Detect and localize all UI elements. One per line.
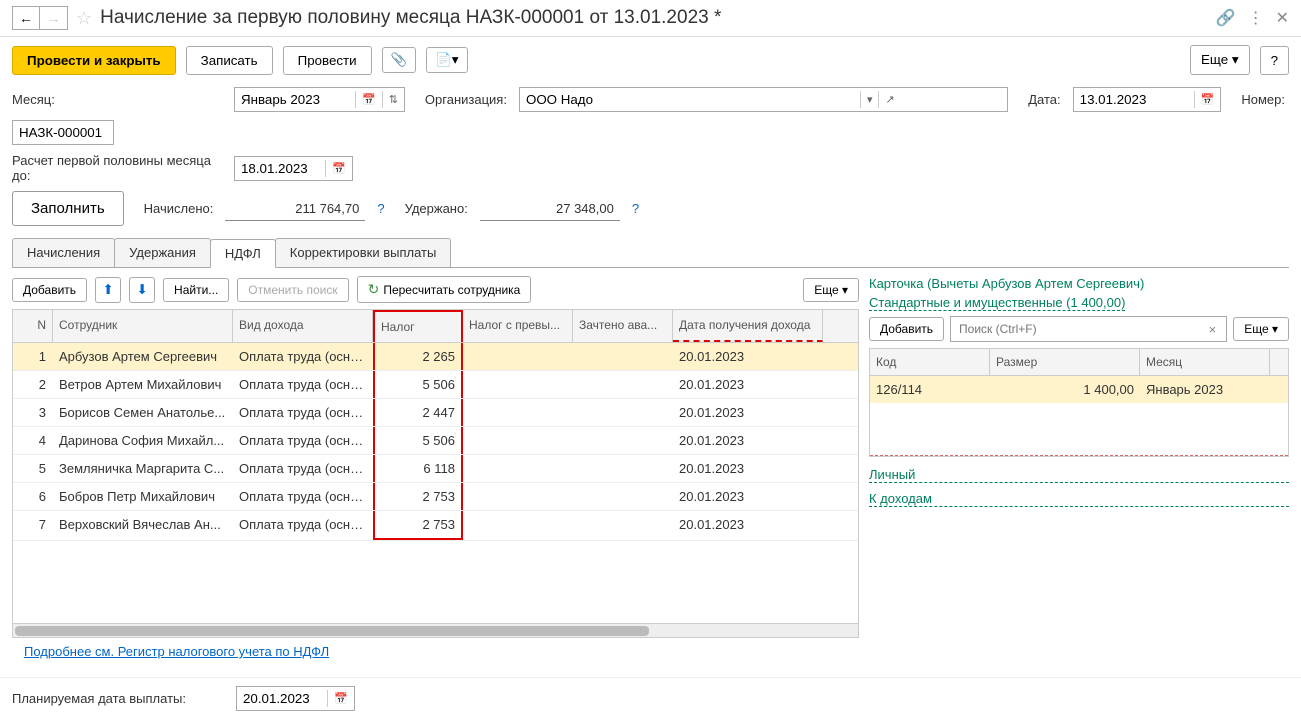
tab-ndfl[interactable]: НДФЛ [210,239,276,268]
withheld-help-icon[interactable]: ? [632,201,639,216]
rcol-header-size[interactable]: Размер [990,349,1140,375]
org-input[interactable]: ▾ ↗ [519,87,1008,112]
table-row[interactable]: 4Даринова София Михайл...Оплата труда (о… [13,427,858,455]
income-link[interactable]: К доходам [869,491,1289,507]
personal-link[interactable]: Личный [869,467,1289,483]
calendar-icon[interactable]: 📅 [325,160,352,177]
dropdown-icon[interactable]: ▾ [860,91,879,108]
col-header-type[interactable]: Вид дохода [233,310,373,342]
table-row[interactable]: 2Ветров Артем МихайловичОплата труда (ос… [13,371,858,399]
open-icon[interactable]: ↗ [878,91,900,108]
post-button[interactable]: Провести [283,46,372,75]
deductions-grid: Код Размер Месяц 126/1141 400,00Январь 2… [869,348,1289,457]
print-button[interactable]: 📄 ▾ [426,47,467,73]
nav-forward-button[interactable]: → [40,6,68,30]
calendar-icon[interactable]: 📅 [327,690,354,707]
table-row[interactable]: 3Борисов Семен Анатолье...Оплата труда (… [13,399,858,427]
rcol-header-month[interactable]: Месяц [1140,349,1270,375]
tab-corrections[interactable]: Корректировки выплаты [275,238,452,267]
col-header-tax[interactable]: Налог [373,310,463,342]
document-icon: 📄 [435,52,452,68]
arrow-down-icon: ⬇ [136,282,147,298]
fill-button[interactable]: Заполнить [12,191,124,226]
table-row[interactable]: 1Арбузов Артем СергеевичОплата труда (ос… [13,343,858,371]
table-row[interactable]: 6Бобров Петр МихайловичОплата труда (осн… [13,483,858,511]
move-up-button[interactable]: ⬆ [95,277,121,303]
ndfl-grid: N Сотрудник Вид дохода Налог Налог с пре… [12,309,859,638]
find-button[interactable]: Найти... [163,278,229,302]
col-header-advance[interactable]: Зачтено ава... [573,310,673,342]
grid-more-button[interactable]: Еще ▾ [803,278,859,302]
calendar-icon[interactable]: 📅 [1194,91,1221,108]
accrued-label: Начислено: [144,201,214,216]
deductions-link[interactable]: Стандартные и имущественные (1 400,00) [869,295,1125,311]
col-header-n[interactable]: N [13,310,53,342]
calc-until-label: Расчет первой половины месяца до: [12,153,222,183]
planned-date-label: Планируемая дата выплаты: [12,691,222,706]
arrow-up-icon: ⬆ [102,282,113,298]
write-button[interactable]: Записать [186,46,273,75]
refresh-icon: ↻ [368,281,380,297]
calendar-icon[interactable]: 📅 [355,91,382,108]
cancel-search-button[interactable]: Отменить поиск [237,278,348,302]
register-link[interactable]: Подробнее см. Регистр налогового учета п… [24,644,329,659]
right-add-button[interactable]: Добавить [869,317,944,341]
right-search-input[interactable]: × [950,316,1227,342]
withheld-value: 27 348,00 [480,197,620,221]
attach-button[interactable]: 📎 [382,47,417,73]
nav-back-button[interactable]: ← [12,6,40,30]
planned-date-input[interactable]: 📅 [236,686,355,711]
table-row[interactable]: 5Земляничка Маргарита С...Оплата труда (… [13,455,858,483]
tab-accruals[interactable]: Начисления [12,238,115,267]
right-more-button[interactable]: Еще ▾ [1233,317,1289,341]
withheld-label: Удержано: [405,201,468,216]
post-and-close-button[interactable]: Провести и закрыть [12,46,176,75]
org-label: Организация: [425,92,507,107]
date-label: Дата: [1028,92,1060,107]
month-input[interactable]: 📅 ⇅ [234,87,405,112]
tab-withholdings[interactable]: Удержания [114,238,211,267]
close-icon[interactable]: ✕ [1276,8,1289,28]
grid-add-button[interactable]: Добавить [12,278,87,302]
number-label: Номер: [1241,92,1285,107]
col-header-employee[interactable]: Сотрудник [53,310,233,342]
date-input[interactable]: 📅 [1073,87,1222,112]
search-clear-icon[interactable]: × [1205,322,1221,337]
list-item[interactable]: 126/1141 400,00Январь 2023 [870,376,1288,403]
rcol-header-code[interactable]: Код [870,349,990,375]
horizontal-scrollbar[interactable] [13,623,858,637]
accrued-help-icon[interactable]: ? [377,201,384,216]
recalc-button[interactable]: ↻Пересчитать сотрудника [357,276,532,303]
table-row[interactable]: 7Верховский Вячеслав Ан...Оплата труда (… [13,511,858,541]
move-down-button[interactable]: ⬇ [129,277,155,303]
help-button[interactable]: ? [1260,46,1289,75]
card-link[interactable]: Карточка (Вычеты Арбузов Артем Сергеевич… [869,276,1144,291]
stepper-icon[interactable]: ⇅ [382,91,404,108]
kebab-menu-icon[interactable]: ⋮ [1248,8,1264,28]
accrued-value: 211 764,70 [225,197,365,221]
paperclip-icon: 📎 [391,52,408,68]
col-header-excess[interactable]: Налог с превы... [463,310,573,342]
number-input[interactable] [12,120,114,145]
month-label: Месяц: [12,92,222,107]
favorite-star-icon[interactable]: ☆ [76,8,92,29]
link-icon[interactable]: 🔗 [1216,8,1236,28]
col-header-date[interactable]: Дата получения дохода [673,310,823,342]
more-button[interactable]: Еще ▾ [1190,45,1250,75]
calc-until-input[interactable]: 📅 [234,156,353,181]
page-title: Начисление за первую половину месяца НАЗ… [100,7,1216,29]
